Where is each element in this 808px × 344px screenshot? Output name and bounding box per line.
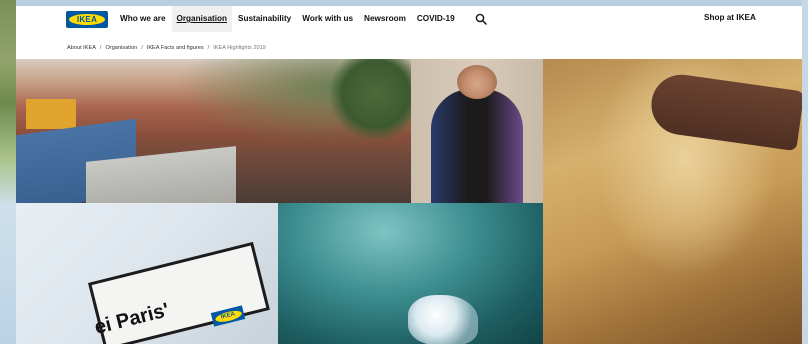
breadcrumb-separator: /: [141, 45, 143, 51]
photo-person-body: [431, 89, 523, 203]
desktop-background-right: [802, 0, 808, 344]
photo-hillside-city: [16, 59, 411, 203]
ikea-logo-text: IKEA: [69, 14, 105, 25]
ikea-logo[interactable]: IKEA: [66, 11, 108, 28]
photo-plastic-bag-underwater: [278, 203, 543, 344]
nav-work-with-us[interactable]: Work with us: [302, 6, 353, 32]
photo-woman-portrait: [411, 59, 543, 203]
nav-newsroom[interactable]: Newsroom: [364, 6, 406, 32]
breadcrumb-current-page: IKEA Highlights 2019: [213, 45, 266, 51]
photo-ikea-store-paris: ei Paris' IKEA: [16, 203, 278, 344]
breadcrumb-separator: /: [99, 45, 102, 51]
photo-orange-wall: [26, 99, 76, 129]
nav-sustainability[interactable]: Sustainability: [238, 6, 291, 32]
photo-person-head: [457, 65, 497, 99]
shop-at-ikea-link[interactable]: Shop at IKEA: [704, 6, 756, 30]
breadcrumb-separator: /: [207, 45, 210, 51]
nav-who-we-are[interactable]: Who we are: [120, 6, 166, 32]
nav-organisation[interactable]: Organisation: [171, 6, 232, 32]
breadcrumb: About IKEA / Organisation / IKEA Facts a…: [67, 42, 266, 54]
site-header: IKEA Who we are Organisation Sustainabil…: [16, 6, 802, 36]
breadcrumb-about-ikea[interactable]: About IKEA: [67, 45, 96, 51]
desktop-background-left: [0, 0, 16, 344]
photo-plastic-bag: [408, 295, 478, 344]
breadcrumb-facts-and-figures[interactable]: IKEA Facts and figures: [147, 45, 204, 51]
photo-hand: [647, 70, 802, 152]
main-nav: Who we are Organisation Sustainability W…: [120, 6, 466, 32]
breadcrumb-organisation[interactable]: Organisation: [105, 45, 137, 51]
browser-page: IKEA Who we are Organisation Sustainabil…: [16, 6, 802, 344]
nav-covid-19[interactable]: COVID-19: [417, 6, 455, 32]
search-icon[interactable]: [475, 13, 487, 25]
photo-hand-on-straw: [543, 59, 802, 344]
photo-tree: [326, 59, 411, 139]
